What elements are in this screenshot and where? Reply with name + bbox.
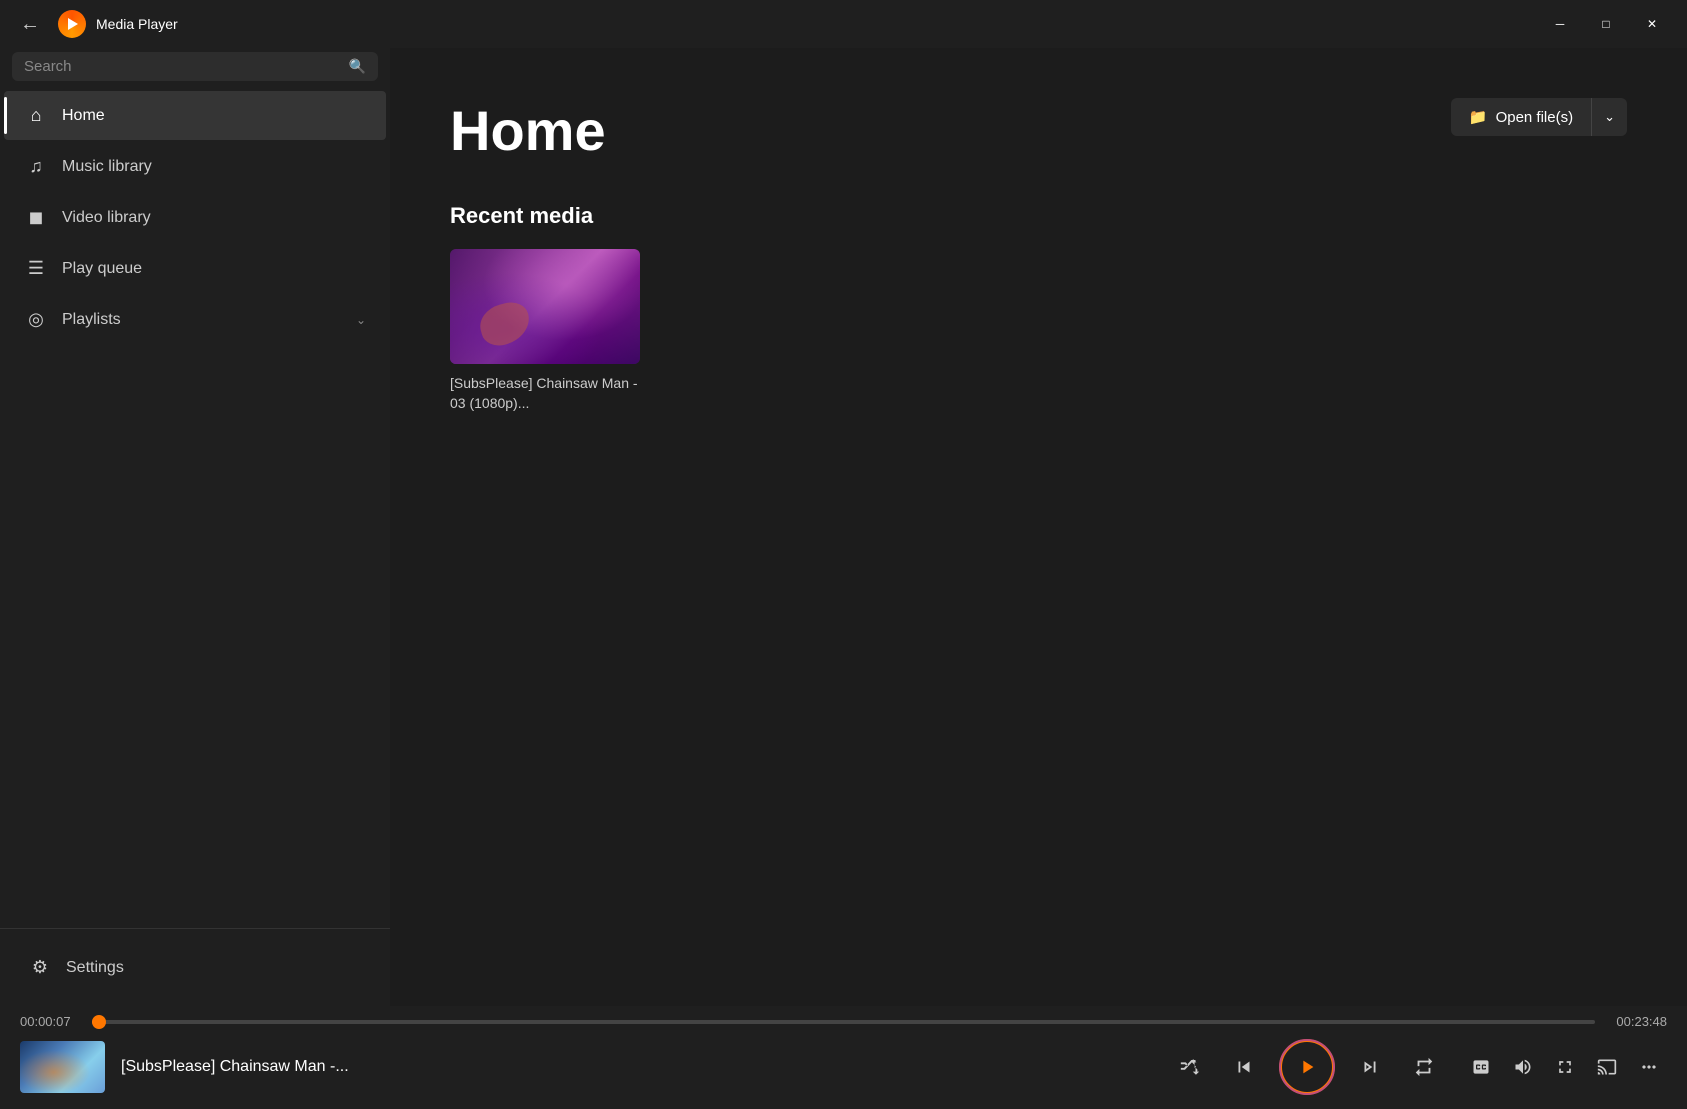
sidebar-item-playlists[interactable]: ◎ Playlists ⌄ xyxy=(4,295,386,344)
player-bar: 00:00:07 00:23:48 [SubsPlease] Chainsaw … xyxy=(0,1006,1687,1109)
progress-thumb[interactable] xyxy=(92,1015,106,1029)
open-file-label: Open file(s) xyxy=(1496,109,1574,126)
sidebar-item-home[interactable]: ⌂ Home xyxy=(4,91,386,140)
maximize-button[interactable]: □ xyxy=(1583,8,1629,40)
sidebar-settings-label: Settings xyxy=(66,959,362,977)
previous-icon xyxy=(1233,1056,1255,1078)
sidebar-item-music-label: Music library xyxy=(62,158,366,176)
video-icon: ◼ xyxy=(24,207,48,228)
player-info: [SubsPlease] Chainsaw Man -... xyxy=(121,1058,1171,1076)
fullscreen-button[interactable] xyxy=(1547,1049,1583,1085)
back-button[interactable]: ← xyxy=(12,9,48,40)
playlist-icon: ◎ xyxy=(24,309,48,330)
sidebar-item-video-library[interactable]: ◼ Video library xyxy=(4,193,386,242)
sidebar-item-settings[interactable]: ⚙ Settings xyxy=(8,943,382,992)
total-time: 00:23:48 xyxy=(1607,1014,1667,1029)
search-icon: 🔍 xyxy=(349,58,366,75)
music-icon: ♫ xyxy=(24,156,48,177)
open-files-button[interactable]: 📁 Open file(s) ⌄ xyxy=(1451,98,1627,136)
cast-icon xyxy=(1597,1057,1617,1077)
media-grid: [SubsPlease] Chainsaw Man - 03 (1080p)..… xyxy=(450,249,1627,413)
main-content: 🔍 ⌂ Home ♫ Music library ◼ Video library… xyxy=(0,48,1687,1006)
player-controls: [SubsPlease] Chainsaw Man -... xyxy=(0,1029,1687,1109)
app-title: Media Player xyxy=(96,16,178,32)
more-button[interactable] xyxy=(1631,1049,1667,1085)
media-thumbnail xyxy=(450,249,640,364)
previous-button[interactable] xyxy=(1225,1048,1263,1086)
home-icon: ⌂ xyxy=(24,105,48,126)
open-file-dropdown[interactable]: ⌄ xyxy=(1592,99,1627,135)
sidebar-item-queue-label: Play queue xyxy=(62,260,366,278)
cast-button[interactable] xyxy=(1589,1049,1625,1085)
sidebar-item-video-label: Video library xyxy=(62,209,366,227)
next-icon xyxy=(1359,1056,1381,1078)
repeat-icon xyxy=(1413,1056,1435,1078)
sidebar-item-music-library[interactable]: ♫ Music library xyxy=(4,142,386,191)
media-card[interactable]: [SubsPlease] Chainsaw Man - 03 (1080p)..… xyxy=(450,249,640,413)
shuffle-button[interactable] xyxy=(1171,1048,1209,1086)
play-pause-button[interactable] xyxy=(1279,1039,1335,1095)
title-bar: ← Media Player ─ □ ✕ xyxy=(0,0,1687,48)
page-title: Home xyxy=(450,98,606,163)
title-bar-left: ← Media Player xyxy=(12,9,1537,40)
close-button[interactable]: ✕ xyxy=(1629,8,1675,40)
window-controls: ─ □ ✕ xyxy=(1537,8,1675,40)
volume-icon xyxy=(1513,1057,1533,1077)
media-thumb-image xyxy=(450,249,640,364)
progress-track[interactable] xyxy=(92,1020,1595,1024)
play-icon xyxy=(65,17,79,31)
sidebar-nav: ⌂ Home ♫ Music library ◼ Video library ☰… xyxy=(0,89,390,928)
chevron-down-icon: ⌄ xyxy=(356,313,366,327)
minimize-button[interactable]: ─ xyxy=(1537,8,1583,40)
fullscreen-icon xyxy=(1555,1057,1575,1077)
search-box[interactable]: 🔍 xyxy=(12,52,378,81)
play-icon xyxy=(1296,1056,1318,1078)
captions-icon xyxy=(1471,1057,1491,1077)
search-input[interactable] xyxy=(24,58,341,75)
player-thumbnail xyxy=(20,1041,105,1093)
sidebar-item-home-label: Home xyxy=(62,107,366,125)
next-button[interactable] xyxy=(1351,1048,1389,1086)
sidebar-bottom: ⚙ Settings xyxy=(0,928,390,1006)
media-card-title: [SubsPlease] Chainsaw Man - 03 (1080p)..… xyxy=(450,374,640,413)
app-icon xyxy=(58,10,86,38)
volume-button[interactable] xyxy=(1505,1049,1541,1085)
content-header: Home 📁 Open file(s) ⌄ xyxy=(450,98,1627,163)
sidebar: 🔍 ⌂ Home ♫ Music library ◼ Video library… xyxy=(0,48,390,1006)
current-time: 00:00:07 xyxy=(20,1014,80,1029)
settings-icon: ⚙ xyxy=(28,957,52,978)
content-area: Home 📁 Open file(s) ⌄ Recent media [Subs… xyxy=(390,48,1687,1006)
recent-media-title: Recent media xyxy=(450,203,1627,229)
shuffle-icon xyxy=(1179,1056,1201,1078)
player-center-controls xyxy=(1171,1039,1443,1095)
player-right-controls xyxy=(1463,1049,1667,1085)
open-file-main: 📁 Open file(s) xyxy=(1451,98,1592,136)
sidebar-item-play-queue[interactable]: ☰ Play queue xyxy=(4,244,386,293)
folder-icon: 📁 xyxy=(1469,108,1488,126)
repeat-button[interactable] xyxy=(1405,1048,1443,1086)
player-track-title: [SubsPlease] Chainsaw Man -... xyxy=(121,1058,1171,1076)
queue-icon: ☰ xyxy=(24,258,48,279)
more-icon xyxy=(1639,1057,1659,1077)
progress-bar-container: 00:00:07 00:23:48 xyxy=(0,1006,1687,1029)
sidebar-item-playlists-label: Playlists xyxy=(62,311,342,329)
captions-button[interactable] xyxy=(1463,1049,1499,1085)
